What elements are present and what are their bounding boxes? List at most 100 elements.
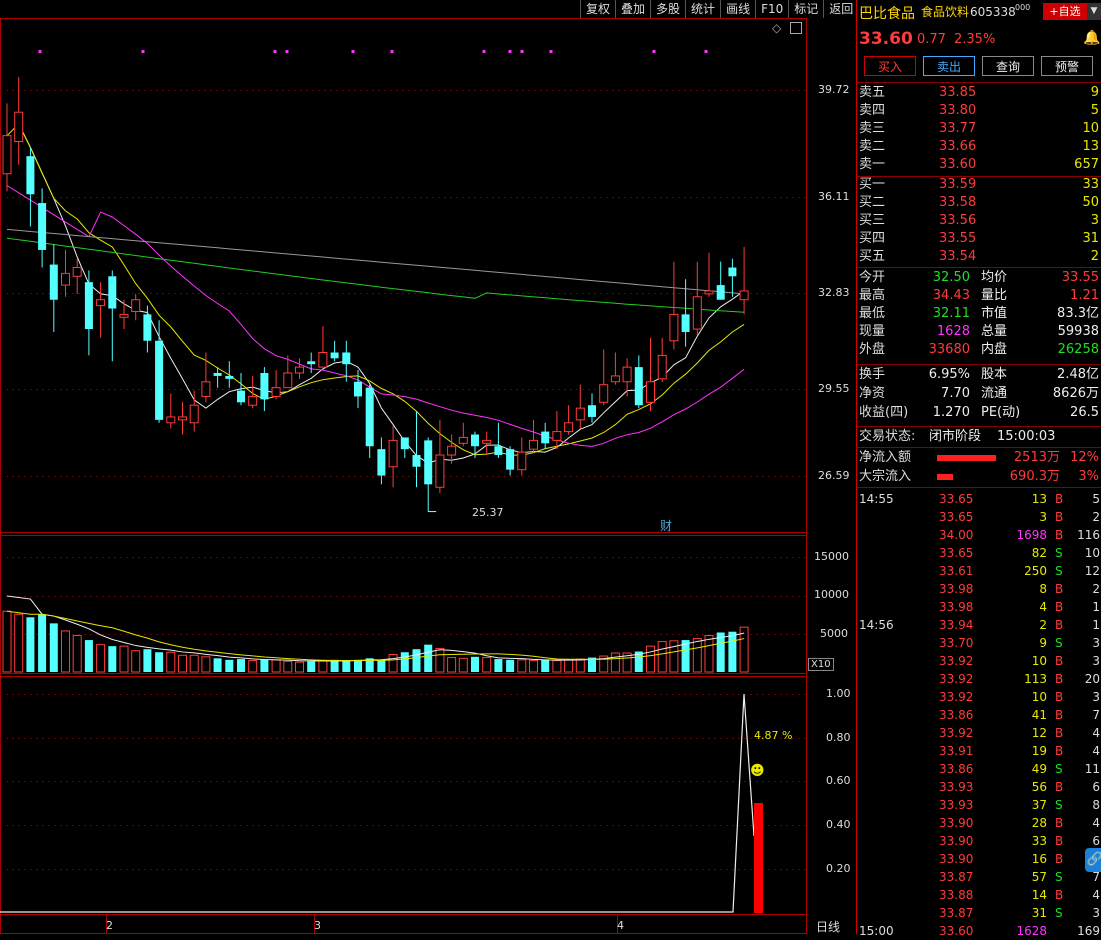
candle-body (494, 446, 503, 456)
tick-trade-row[interactable]: 33.65 82 S 10 (857, 544, 1101, 562)
candle-body (14, 111, 24, 143)
window-toggle-icon[interactable] (790, 22, 802, 34)
tick-trade-row[interactable]: 14:55 33.65 13 B 5 (857, 490, 1101, 508)
buy-button[interactable]: 买入 (864, 56, 916, 76)
price-change: 0.77 (917, 32, 946, 47)
alert-button[interactable]: 预警 (1041, 56, 1093, 76)
period-selector[interactable]: 日线 (816, 918, 840, 935)
tick-trade-row[interactable]: 33.87 31 S 3 (857, 904, 1101, 922)
tick-trade-row[interactable]: 33.92 10 B 3 (857, 688, 1101, 706)
fund-flow-value: 2513万 (1013, 450, 1060, 465)
fund-flow-bar (937, 455, 996, 461)
volume-bar (260, 659, 269, 672)
tick-trade-row[interactable]: 33.88 14 B 4 (857, 886, 1101, 904)
trade-side: B (1055, 888, 1064, 902)
order-volume: 10 (1082, 121, 1099, 136)
tick-trade-row[interactable]: 33.98 8 B 2 (857, 580, 1101, 598)
candle-body (26, 156, 35, 195)
order-book-buy-row[interactable]: 买五 33.54 2 (857, 248, 1101, 266)
order-book-buy-row[interactable]: 买一 33.59 33 (857, 176, 1101, 194)
kline-chart[interactable] (0, 0, 856, 934)
tick-trade-row[interactable]: 14:56 33.94 2 B 1 (857, 616, 1101, 634)
tick-trade-row[interactable]: 33.93 37 S 8 (857, 796, 1101, 814)
trade-side: B (1055, 492, 1064, 506)
volume-bar (506, 659, 515, 672)
query-button[interactable]: 查询 (982, 56, 1034, 76)
tick-trade-row[interactable]: 15:00 33.60 1628 169 (857, 922, 1101, 940)
candle-body (739, 290, 749, 301)
volume-bar (529, 660, 538, 673)
trade-side: S (1055, 762, 1063, 776)
trade-price: 33.93 (939, 780, 974, 794)
trade-side: B (1055, 690, 1064, 704)
tick-trade-row[interactable]: 33.87 57 S 7 (857, 868, 1101, 886)
order-book-sell-row[interactable]: 卖五 33.85 9 (857, 84, 1101, 102)
trade-count: 20 (1084, 672, 1100, 686)
candle-body (728, 267, 737, 277)
candle-body (237, 390, 245, 403)
trade-volume: 1698 (1016, 528, 1047, 542)
tick-trade-row[interactable]: 33.86 41 B 7 (857, 706, 1101, 724)
order-book-buy-row[interactable]: 买二 33.58 50 (857, 194, 1101, 212)
stats-divider (857, 267, 1101, 268)
tick-trade-row[interactable]: 33.90 33 B 6 (857, 832, 1101, 850)
candle-body (2, 135, 12, 175)
trade-price: 33.65 (939, 492, 974, 506)
tick-trade-row[interactable]: 33.65 3 B 2 (857, 508, 1101, 526)
signal-dot (141, 50, 145, 53)
link-icon[interactable]: 🔗 (1085, 848, 1101, 872)
order-book-sell-row[interactable]: 卖三 33.77 10 (857, 120, 1101, 138)
volume-bar (692, 638, 702, 673)
stat-label: 收益(四) (859, 405, 909, 420)
volume-ma-lines (6, 595, 745, 662)
order-level-label: 买五 (859, 249, 886, 264)
order-book-sell-row[interactable]: 卖二 33.66 13 (857, 138, 1101, 156)
bell-icon[interactable]: 🔔 (1083, 30, 1100, 46)
volume-bar (354, 659, 362, 672)
price-tick: 39.72 (818, 83, 850, 96)
indicator-bar (754, 803, 763, 913)
trade-price: 33.93 (939, 798, 974, 812)
trade-count: 1 (1092, 618, 1100, 632)
order-book-buy-row[interactable]: 买三 33.56 3 (857, 212, 1101, 230)
volume-bar (400, 652, 409, 672)
tick-trade-row[interactable]: 33.9016B4 (857, 850, 1101, 868)
sell-button[interactable]: 卖出 (923, 56, 975, 76)
stock-industry[interactable]: 食品饮料 (921, 3, 969, 20)
tick-trade-row[interactable]: 33.70 9 S 3 (857, 634, 1101, 652)
trade-count: 8 (1092, 798, 1100, 812)
stat-value: 26.5 (1070, 405, 1099, 420)
tick-trade-row[interactable]: 33.98 4 B 1 (857, 598, 1101, 616)
order-book-sell-row[interactable]: 卖四 33.80 5 (857, 102, 1101, 120)
trade-side: B (1055, 618, 1064, 632)
tick-trade-row[interactable]: 33.61 250 S 12 (857, 562, 1101, 580)
candle-body (599, 384, 609, 403)
stats-row: 外盘 33680 内盘 26258 (857, 341, 1101, 359)
tick-trade-row[interactable]: 33.93 56 B 6 (857, 778, 1101, 796)
tick-trade-row[interactable]: 33.91 19 B 4 (857, 742, 1101, 760)
diamond-icon[interactable]: ◇ (772, 21, 781, 35)
order-book-sell-row[interactable]: 卖一 33.60 657 (857, 156, 1101, 174)
finance-marker[interactable]: 财 (660, 517, 672, 534)
stat-label: 今开 (859, 270, 886, 285)
trade-count: 10 (1084, 546, 1100, 560)
tick-trade-row[interactable]: 34.00 1698 B 116 (857, 526, 1101, 544)
tick-trade-row[interactable]: 33.92 113 B 20 (857, 670, 1101, 688)
trade-side: S (1055, 546, 1063, 560)
stat-label: 换手 (859, 367, 886, 382)
trade-volume: 31 (1031, 906, 1047, 920)
trade-time: 15:00 (859, 924, 894, 938)
tick-trade-row[interactable]: 33.86 49 S 11 (857, 760, 1101, 778)
chevron-down-icon[interactable]: ▼ (1087, 3, 1101, 20)
tick-trade-row[interactable]: 33.92 12 B 4 (857, 724, 1101, 742)
volume-bar (143, 649, 152, 672)
volume-bar (295, 661, 304, 673)
volume-bar (38, 614, 47, 672)
trade-count: 116 (1077, 528, 1100, 542)
tick-trade-row[interactable]: 33.92 10 B 3 (857, 652, 1101, 670)
order-book-buy-row[interactable]: 买四 33.55 31 (857, 230, 1101, 248)
order-price: 33.54 (939, 249, 977, 264)
tick-trade-row[interactable]: 33.90 28 B 4 (857, 814, 1101, 832)
order-level-label: 卖五 (859, 85, 886, 100)
add-watchlist-button[interactable]: +自选 (1043, 3, 1087, 20)
